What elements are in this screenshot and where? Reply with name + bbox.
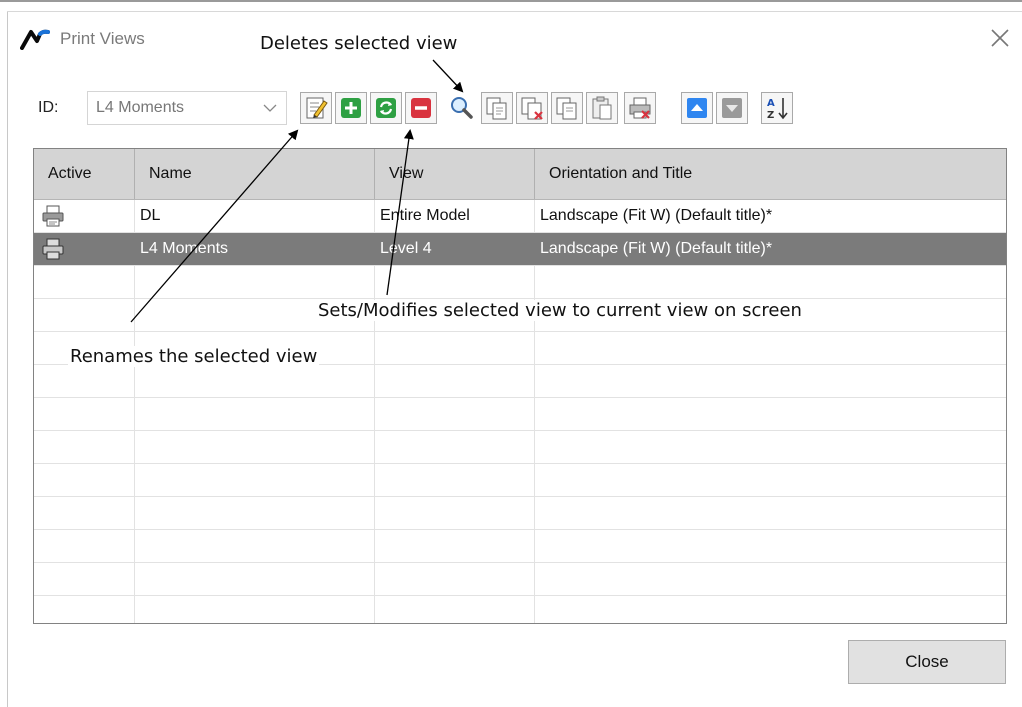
arrow-delete	[432, 59, 464, 93]
annotation-arrows	[130, 59, 464, 323]
print-views-dialog: Print Views ID: L4 Moments A Z Active Na…	[0, 0, 1022, 707]
arrow-rename	[130, 129, 299, 323]
arrow-set	[386, 129, 414, 296]
close-button[interactable]: Close	[848, 640, 1006, 684]
